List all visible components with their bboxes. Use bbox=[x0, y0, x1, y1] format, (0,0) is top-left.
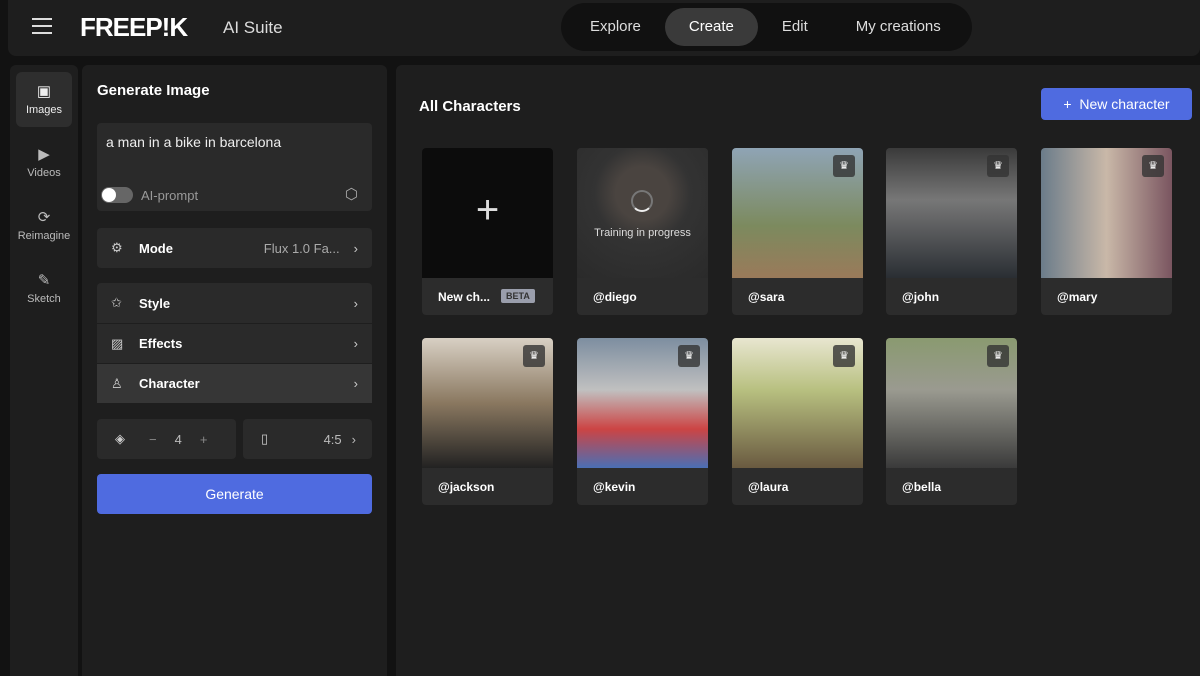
cube-icon[interactable]: ⬡ bbox=[345, 185, 358, 203]
crown-check-icon: ♛ bbox=[987, 345, 1009, 367]
section-title: All Characters bbox=[419, 98, 521, 115]
user-icon: ♙ bbox=[111, 375, 123, 391]
main-nav: Explore Create Edit My creations bbox=[561, 3, 972, 51]
prompt-input[interactable]: a man in a bike in barcelona AI-prompt ⬡ bbox=[97, 123, 372, 211]
suite-label: AI Suite bbox=[223, 18, 283, 37]
rail-label: Sketch bbox=[27, 293, 61, 305]
rail-item-videos[interactable]: ▶ Videos bbox=[16, 135, 72, 190]
crown-check-icon: ♛ bbox=[678, 345, 700, 367]
tab-create[interactable]: Create bbox=[664, 8, 758, 46]
crown-check-icon: ♛ bbox=[987, 155, 1009, 177]
character-card[interactable]: ♛ @jackson bbox=[422, 338, 553, 505]
rail-label: Reimagine bbox=[17, 230, 71, 242]
character-name: @diego bbox=[593, 290, 637, 304]
loading-spinner-icon bbox=[631, 190, 653, 212]
new-character-card[interactable]: + New ch... BETA bbox=[422, 148, 553, 315]
portrait-icon: ▯ bbox=[261, 431, 269, 446]
count-value: 4 bbox=[174, 431, 182, 447]
style-label: Style bbox=[139, 295, 171, 311]
training-status: Training in progress bbox=[594, 227, 691, 239]
character-card[interactable]: ♛ @kevin bbox=[577, 338, 708, 505]
tab-my-creations[interactable]: My creations bbox=[832, 8, 965, 46]
generate-button[interactable]: Generate bbox=[97, 474, 372, 514]
ratio-value: 4:5 bbox=[323, 431, 342, 447]
effects-label: Effects bbox=[139, 336, 183, 351]
tab-edit[interactable]: Edit bbox=[758, 8, 832, 46]
effects-icon: ▨ bbox=[111, 335, 124, 351]
character-card[interactable]: ♛ @bella bbox=[886, 338, 1017, 505]
top-bar: FREEP!K AI Suite Explore Create Edit My … bbox=[8, 0, 1200, 56]
plus-icon: + bbox=[475, 188, 500, 232]
count-stepper: ◈ − 4 + bbox=[97, 419, 236, 459]
rail-label: Images bbox=[25, 104, 63, 116]
brush-icon: ✎ bbox=[37, 272, 51, 289]
crown-check-icon: ♛ bbox=[523, 345, 545, 367]
rail-item-sketch[interactable]: ✎ Sketch bbox=[16, 261, 72, 316]
character-row[interactable]: ♙ Character › bbox=[97, 363, 372, 403]
character-name: @bella bbox=[902, 480, 942, 494]
layers-icon: ◈ bbox=[115, 431, 125, 446]
effects-row[interactable]: ▨ Effects › bbox=[97, 323, 372, 363]
logo[interactable]: FREEP!K bbox=[80, 12, 188, 43]
mode-label: Mode bbox=[139, 240, 173, 256]
character-name: @sara bbox=[748, 290, 785, 304]
character-name: @jackson bbox=[438, 480, 495, 494]
tool-rail: ▣ Images ▶ Videos ⟳ Reimagine ✎ Sketch bbox=[10, 65, 78, 676]
chevron-right-icon: › bbox=[351, 431, 356, 447]
character-card[interactable]: ♛ @laura bbox=[732, 338, 863, 505]
mode-row[interactable]: ⚙ Mode Flux 1.0 Fa... › bbox=[97, 228, 372, 268]
panel-title: Generate Image bbox=[97, 82, 210, 99]
crown-check-icon: ♛ bbox=[1142, 155, 1164, 177]
character-name: @kevin bbox=[593, 480, 636, 494]
style-row[interactable]: ✩ Style › bbox=[97, 283, 372, 323]
menu-icon[interactable] bbox=[32, 18, 52, 34]
beta-badge: BETA bbox=[501, 289, 535, 303]
generate-panel: Generate Image a man in a bike in barcel… bbox=[82, 65, 387, 676]
chevron-right-icon: › bbox=[353, 295, 358, 311]
mode-value: Flux 1.0 Fa... bbox=[263, 240, 340, 256]
character-label: Character bbox=[139, 376, 200, 391]
stars-icon: ✩ bbox=[111, 295, 122, 310]
character-name: @john bbox=[902, 290, 940, 304]
plus-icon: + bbox=[1063, 96, 1072, 112]
ai-prompt-toggle[interactable] bbox=[101, 187, 133, 203]
new-character-label: New character bbox=[1079, 96, 1170, 112]
characters-area: All Characters + New character + New ch.… bbox=[396, 65, 1200, 676]
increment-button[interactable]: + bbox=[200, 432, 208, 447]
character-name: @mary bbox=[1057, 290, 1098, 304]
prompt-text[interactable]: a man in a bike in barcelona bbox=[106, 134, 281, 150]
new-character-button[interactable]: + New character bbox=[1041, 88, 1192, 120]
chevron-right-icon: › bbox=[353, 240, 358, 256]
video-icon: ▶ bbox=[38, 146, 50, 163]
refresh-icon: ⟳ bbox=[37, 209, 51, 226]
decrement-button[interactable]: − bbox=[149, 432, 157, 447]
character-card[interactable]: ♛ @mary bbox=[1041, 148, 1172, 315]
crown-check-icon: ♛ bbox=[833, 345, 855, 367]
rail-item-images[interactable]: ▣ Images bbox=[16, 72, 72, 127]
chip-icon: ⚙ bbox=[111, 240, 123, 255]
character-name: @laura bbox=[748, 480, 789, 494]
crown-check-icon: ♛ bbox=[833, 155, 855, 177]
card-label: New ch... bbox=[438, 290, 491, 304]
ai-prompt-label: AI-prompt bbox=[141, 188, 199, 203]
rail-item-reimagine[interactable]: ⟳ Reimagine bbox=[16, 198, 72, 253]
tab-explore[interactable]: Explore bbox=[566, 8, 665, 46]
aspect-ratio-select[interactable]: ▯ 4:5 › bbox=[243, 419, 372, 459]
chevron-right-icon: › bbox=[353, 376, 358, 391]
images-icon: ▣ bbox=[36, 83, 52, 100]
character-card[interactable]: ♛ @john bbox=[886, 148, 1017, 315]
character-card[interactable]: ♛ @sara bbox=[732, 148, 863, 315]
rail-label: Videos bbox=[27, 167, 61, 179]
character-card[interactable]: Training in progress @diego bbox=[577, 148, 708, 315]
chevron-right-icon: › bbox=[353, 336, 358, 351]
